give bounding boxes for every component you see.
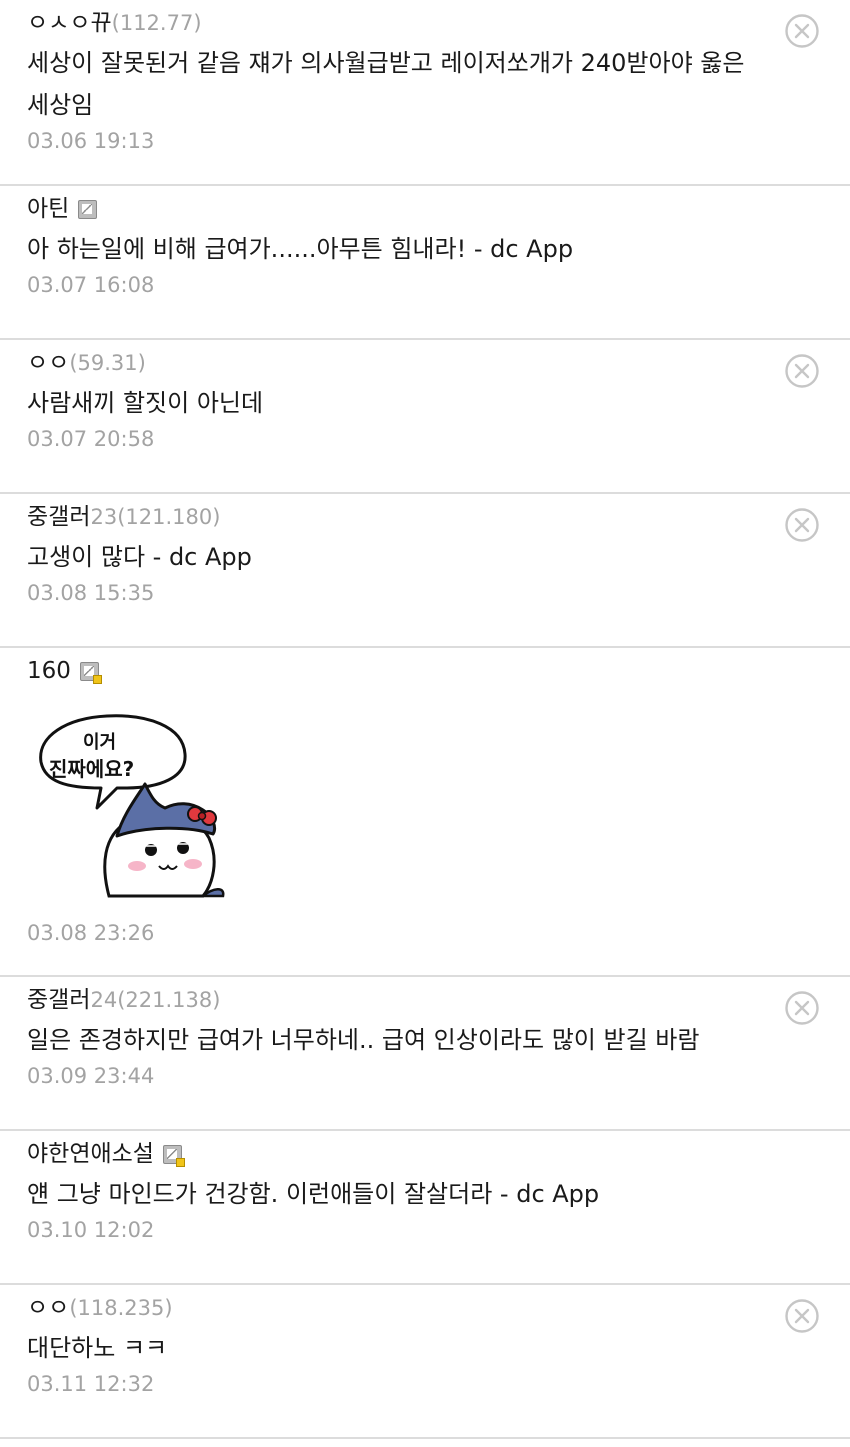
author-nickname: ㅇㅇ: [27, 1295, 70, 1321]
comment-date: 03.10 12:02: [27, 1218, 155, 1242]
gallery-member-icon: [162, 1144, 185, 1167]
comment-author: ㅇㅇ (59.31): [27, 348, 790, 378]
comment-date: 03.07 16:08: [27, 273, 155, 297]
comment-text: 대단하노 ㅋㅋ: [27, 1334, 168, 1362]
comment-date: 03.09 23:44: [27, 1064, 155, 1088]
comment-author: 중갤러 24 (221.138): [27, 985, 790, 1015]
comment-date: 03.11 12:32: [27, 1372, 155, 1396]
gallery-member-icon: [79, 661, 102, 684]
comment-date: 03.08 15:35: [27, 581, 155, 605]
comment-date: 03.07 20:58: [27, 427, 155, 451]
comment-author: ㅇㅇ (118.235): [27, 1293, 790, 1323]
author-nickname: ㅇㅇ: [27, 350, 70, 376]
author-number: 23: [90, 505, 118, 529]
comment-text: 얜 그냥 마인드가 건강함. 이런애들이 잘살더라 - dc App: [27, 1180, 600, 1208]
comment-text: 세상이 잘못된거 같음 쟤가 의사월급받고 레이저쏘개가 240받아야 옳은 세…: [27, 49, 745, 119]
comment-author: 야한연애소설: [27, 1139, 790, 1169]
comment-item: 아틴 아 하는일에 비해 급여가......아무튼 힘내라! - dc App …: [0, 186, 850, 340]
gallery-member-icon: [78, 199, 98, 219]
author-ip: (59.31): [69, 351, 146, 375]
author-nickname: 160: [27, 658, 71, 684]
comment-text: 고생이 많다 - dc App: [27, 543, 252, 571]
author-nickname: 중갤러: [27, 987, 91, 1013]
author-number: 24: [90, 988, 118, 1012]
delete-button[interactable]: [785, 1299, 819, 1333]
author-ip: (221.138): [117, 988, 221, 1012]
sticker-container: 이거 진짜에요?: [27, 686, 790, 918]
author-nickname: 중갤러: [27, 504, 91, 530]
comment-item: 160 이거 진짜에요? 03.08 23:26: [0, 648, 850, 977]
comment-text: 아 하는일에 비해 급여가......아무튼 힘내라! - dc App: [27, 235, 574, 263]
sticker-image: 이거 진짜에요?: [39, 714, 225, 898]
comment-author: 160: [27, 656, 790, 686]
comment-item: 중갤러 23 (121.180) 고생이 많다 - dc App 03.08 15:…: [0, 494, 850, 648]
comment-text: 사람새끼 할짓이 아닌데: [27, 389, 264, 417]
comment-item: ㅇㅇ (59.31) 사람새끼 할짓이 아닌데 03.07 20:58: [0, 340, 850, 494]
delete-button[interactable]: [785, 354, 819, 388]
comment-author: 중갤러 23 (121.180): [27, 502, 790, 532]
author-nickname: ㅇㅅㅇ뀨: [27, 10, 112, 36]
comment-item: 중갤러 24 (221.138) 일은 존경하지만 급여가 너무하네.. 급여 인상…: [0, 977, 850, 1131]
comment-item: ㅇㅇ (118.235) 대단하노 ㅋㅋ 03.11 12:32: [0, 1285, 850, 1439]
comment-list: ㅇㅅㅇ뀨 (112.77) 세상이 잘못된거 같음 쟤가 의사월급받고 레이저쏘개…: [0, 0, 850, 1439]
delete-button[interactable]: [785, 14, 819, 48]
author-ip: (112.77): [111, 11, 202, 35]
comment-author: ㅇㅅㅇ뀨 (112.77): [27, 8, 790, 38]
author-ip: (121.180): [117, 505, 221, 529]
sticker-bubble-line1: 이거: [83, 732, 116, 753]
comment-date: 03.08 23:26: [27, 921, 155, 945]
comment-author: 아틴: [27, 194, 790, 224]
author-ip: (118.235): [69, 1296, 173, 1320]
delete-button[interactable]: [785, 991, 819, 1025]
comment-date: 03.06 19:13: [27, 129, 155, 153]
comment-item: ㅇㅅㅇ뀨 (112.77) 세상이 잘못된거 같음 쟤가 의사월급받고 레이저쏘개…: [0, 0, 850, 186]
comment-text: 일은 존경하지만 급여가 너무하네.. 급여 인상이라도 많이 받길 바람: [27, 1026, 700, 1054]
author-nickname: 야한연애소설: [27, 1141, 154, 1167]
sticker-bubble-line2: 진짜에요?: [49, 757, 134, 781]
author-nickname: 아틴: [27, 196, 70, 222]
comment-item: 야한연애소설 얜 그냥 마인드가 건강함. 이런애들이 잘살더라 - dc Ap…: [0, 1131, 850, 1285]
delete-button[interactable]: [785, 508, 819, 542]
